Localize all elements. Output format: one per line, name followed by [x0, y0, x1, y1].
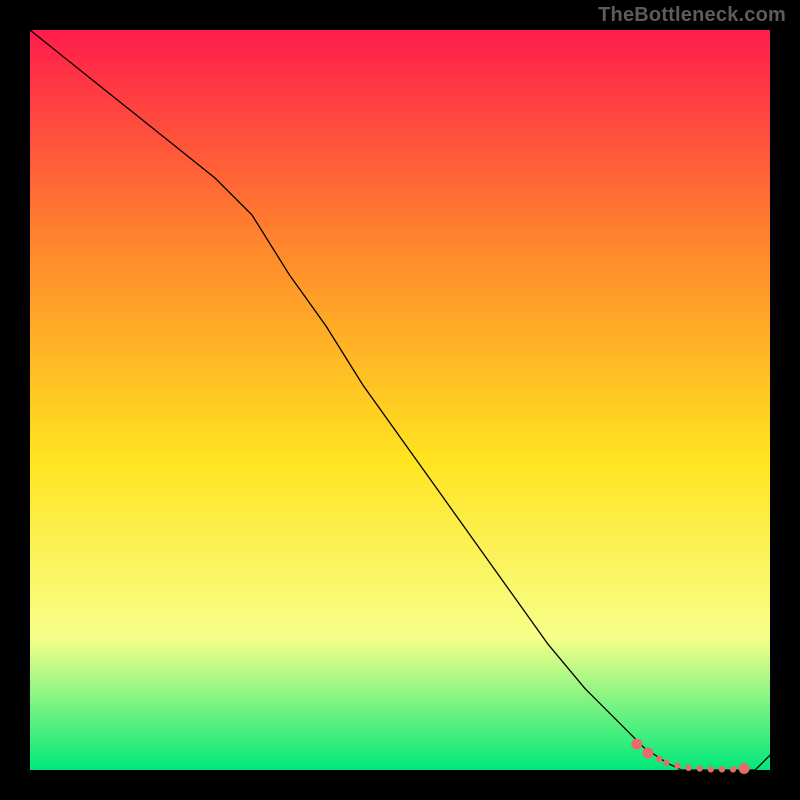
- marker-dot: [674, 762, 680, 768]
- marker-dot: [631, 739, 642, 750]
- marker-dot: [739, 763, 750, 774]
- bottleneck-chart: [0, 0, 800, 800]
- watermark-text: TheBottleneck.com: [598, 4, 786, 27]
- marker-dot: [642, 748, 653, 759]
- marker-dot: [708, 766, 714, 772]
- marker-dot: [663, 759, 669, 765]
- marker-dot: [685, 765, 691, 771]
- chart-stage: TheBottleneck.com: [0, 0, 800, 800]
- marker-dot: [730, 766, 736, 772]
- marker-dot: [697, 765, 703, 771]
- plot-background: [30, 30, 770, 770]
- marker-dot: [656, 756, 662, 762]
- marker-dot: [719, 766, 725, 772]
